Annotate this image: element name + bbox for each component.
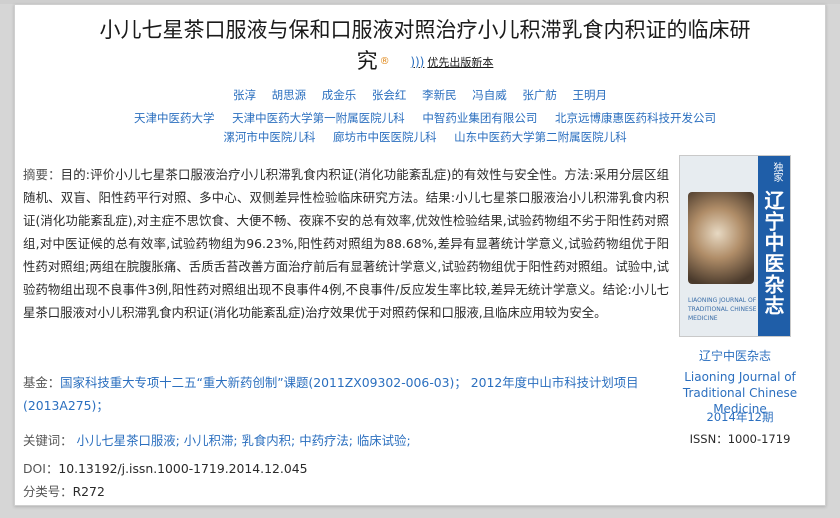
cover-english-title: LIAONING JOURNAL OF TRADITIONAL CHINESE … — [688, 297, 757, 322]
author-link[interactable]: 张会红 — [372, 88, 407, 102]
keyword-link[interactable]: 临床试验; — [357, 433, 411, 448]
organization-link[interactable]: 中智药业集团有限公司 — [422, 111, 537, 125]
fund-link[interactable]: 国家科技重大专项十二五“重大新药创制”课题(2011ZX09302-006-03… — [23, 375, 639, 413]
rss-label: 优先出版新本 — [427, 55, 494, 69]
organization-link[interactable]: 天津中医药大学 — [134, 111, 215, 125]
keywords-label: 关键词： — [23, 433, 73, 448]
author-link[interactable]: 张广舫 — [522, 88, 557, 102]
article-card: 小儿七星茶口服液与保和口服液对照治疗小儿积滞乳食内积证的临床研 究 ® ))) 优先… — [14, 4, 826, 506]
organization-link[interactable]: 天津中医药大学第一附属医院儿科 — [232, 111, 405, 125]
author-list: 张淳 胡思源 成金乐 张会红 李新民 冯自威 张广舫 王明月 — [15, 87, 825, 103]
author-link[interactable]: 冯自威 — [472, 88, 507, 102]
classification-label: 分类号： — [23, 484, 73, 499]
registered-icon: ® — [379, 56, 390, 67]
journal-issn: ISSN：1000-1719 — [689, 432, 791, 446]
title-line2: 究 — [356, 49, 378, 73]
doi-value: 10.13192/j.issn.1000-1719.2014.12.045 — [58, 461, 308, 476]
author-link[interactable]: 李新民 — [422, 88, 457, 102]
keyword-link[interactable]: 乳食内积; — [241, 433, 295, 448]
doi-label: DOI： — [23, 461, 59, 476]
author-link[interactable]: 成金乐 — [322, 88, 357, 102]
journal-name-link[interactable]: 辽宁中医杂志 — [665, 347, 805, 364]
author-link[interactable]: 王明月 — [573, 88, 608, 102]
organization-link[interactable]: 北京远博康惠医药科技开发公司 — [555, 111, 716, 125]
rss-link[interactable]: ))) 优先出版新本 — [410, 47, 493, 78]
organization-list: 天津中医药大学 天津中医药大学第一附属医院儿科 中智药业集团有限公司 北京远博康… — [75, 109, 775, 147]
fund-row: 基金：国家科技重大专项十二五“重大新药创制”课题(2011ZX09302-006… — [23, 371, 673, 417]
keyword-link[interactable]: 中药疗法; — [299, 433, 353, 448]
abstract-text: 目的:评价小儿七星茶口服液治疗小儿积滞乳食内积证(消化功能紊乱症)的有效性与安全… — [23, 167, 669, 320]
author-link[interactable]: 张淳 — [233, 88, 256, 102]
journal-issue-link[interactable]: 2014年12期 — [665, 409, 815, 425]
rss-icon: ))) — [410, 54, 425, 69]
organization-link[interactable]: 廊坊市中医医院儿科 — [333, 130, 437, 144]
organization-link[interactable]: 漯河市中医院儿科 — [223, 130, 315, 144]
keyword-link[interactable]: 小儿七星茶口服液; — [77, 433, 180, 448]
classification-value: R272 — [72, 484, 105, 499]
fund-label: 基金： — [23, 375, 61, 390]
cover-tag: 独家 — [771, 162, 782, 182]
organization-link[interactable]: 山东中医药大学第二附属医院儿科 — [454, 130, 627, 144]
doi-row: DOI：10.13192/j.issn.1000-1719.2014.12.04… — [23, 457, 673, 480]
cover-photo — [688, 192, 754, 284]
article-title: 小儿七星茶口服液与保和口服液对照治疗小儿积滞乳食内积证的临床研 究 ® ))) 优先… — [55, 15, 795, 78]
title-line1: 小儿七星茶口服液与保和口服液对照治疗小儿积滞乳食内积证的临床研 — [99, 18, 751, 42]
classification-row: 分类号：R272 — [23, 480, 673, 503]
keywords-row: 关键词： 小儿七星茶口服液; 小儿积滞; 乳食内积; 中药疗法; 临床试验; — [23, 429, 673, 452]
author-link[interactable]: 胡思源 — [272, 88, 307, 102]
abstract: 摘要：目的:评价小儿七星茶口服液治疗小儿积滞乳食内积证(消化功能紊乱症)的有效性… — [23, 163, 669, 324]
journal-cover-image[interactable]: 独家 辽宁中医杂志 LIAONING JOURNAL OF TRADITIONA… — [679, 155, 791, 337]
abstract-label: 摘要： — [23, 167, 61, 182]
keyword-link[interactable]: 小儿积滞; — [184, 433, 238, 448]
